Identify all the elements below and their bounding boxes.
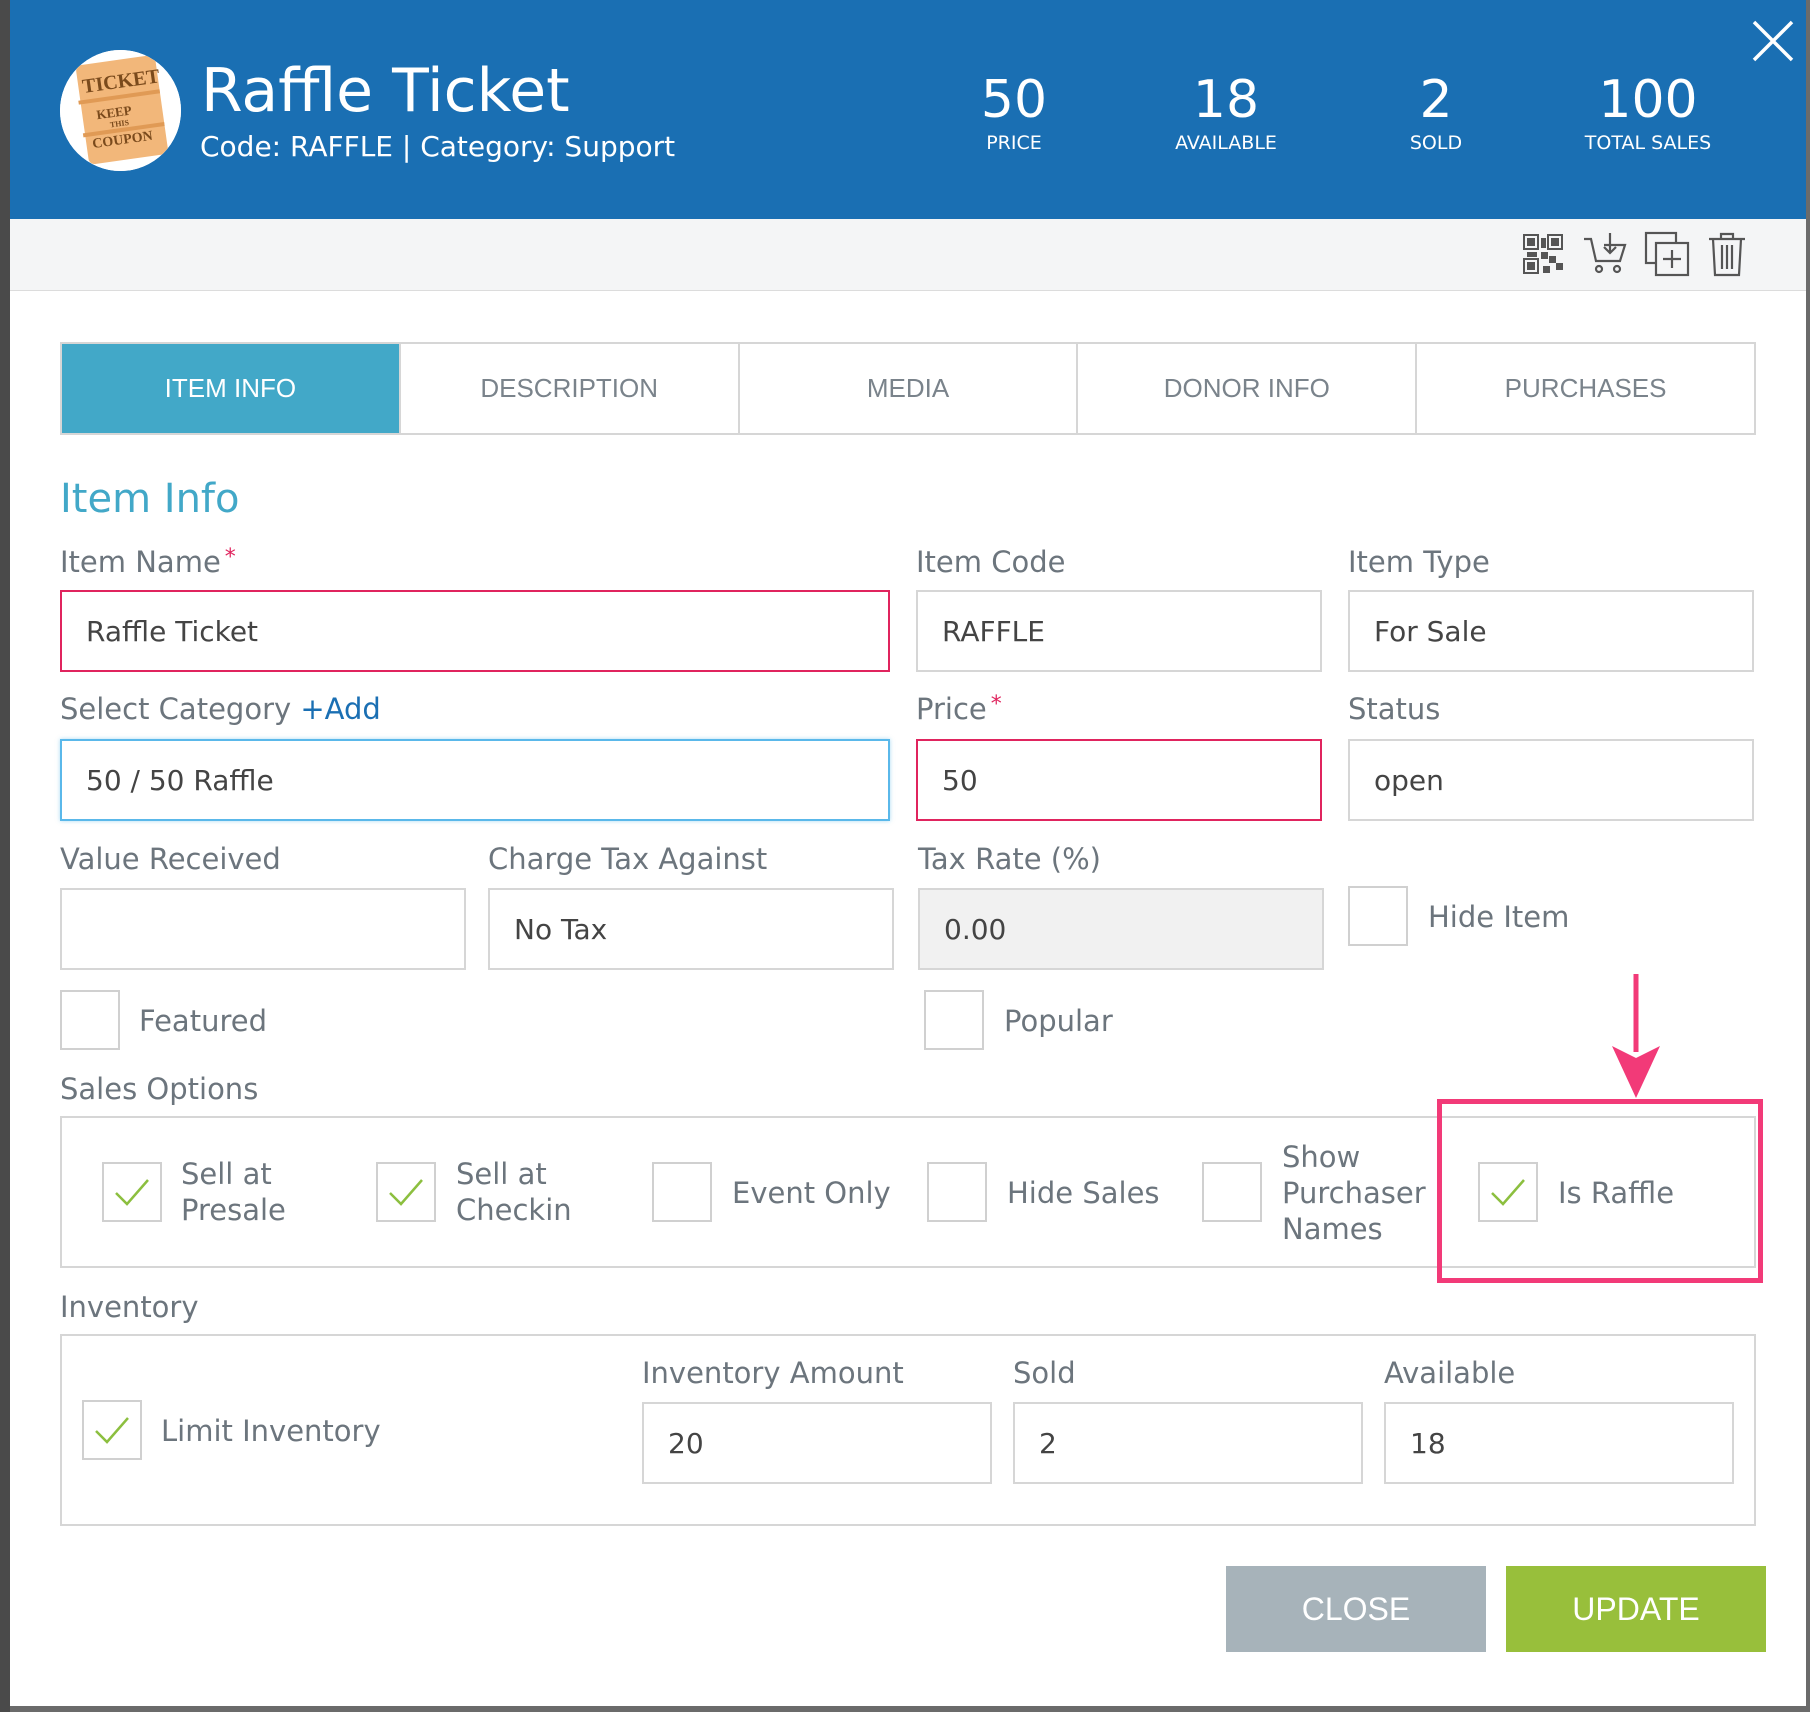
item-image: TICKET KEEP THIS COUPON (60, 50, 181, 171)
stat-available: 18 AVAILABLE (1126, 70, 1326, 154)
item-code-input[interactable]: RAFFLE (916, 590, 1322, 672)
category-select[interactable]: 50 / 50 Raffle (60, 739, 890, 821)
inventory-amount-label: Inventory Amount (642, 1356, 904, 1390)
section-title: Item Info (60, 476, 240, 522)
item-title: Raffle Ticket (201, 56, 570, 126)
hide-sales-checkbox[interactable] (927, 1162, 987, 1222)
sell-at-presale-checkbox[interactable] (102, 1162, 162, 1222)
hide-item-label: Hide Item (1428, 900, 1570, 934)
event-only-checkbox[interactable] (652, 1162, 712, 1222)
stat-sold-value: 2 (1419, 70, 1453, 130)
tab-purchases[interactable]: PURCHASES (1415, 344, 1754, 433)
limit-inventory-checkbox[interactable] (82, 1400, 142, 1460)
available-label: Available (1384, 1356, 1516, 1390)
stat-total-sales: 100 TOTAL SALES (1548, 70, 1748, 154)
check-icon (95, 1417, 129, 1444)
hide-sales-label: Hide Sales (1007, 1176, 1160, 1210)
limit-inventory-label: Limit Inventory (161, 1414, 381, 1448)
tab-donor-info[interactable]: DONOR INFO (1076, 344, 1415, 433)
sell-at-presale-label: Sell at Presale (181, 1157, 286, 1227)
required-mark: * (990, 692, 1002, 717)
add-category-link[interactable]: +Add (300, 692, 380, 726)
sold-input[interactable]: 2 (1013, 1402, 1363, 1484)
stat-price-label: PRICE (986, 132, 1042, 154)
popular-checkbox[interactable] (924, 990, 984, 1050)
featured-checkbox[interactable] (60, 990, 120, 1050)
charge-tax-label: Charge Tax Against (488, 842, 768, 876)
popular-label: Popular (1004, 1004, 1113, 1038)
category-label: Select Category +Add (60, 692, 381, 726)
sell-at-checkin-checkbox[interactable] (376, 1162, 436, 1222)
featured-label: Featured (139, 1004, 267, 1038)
show-purchaser-names-label: Show Purchaser Names (1282, 1140, 1426, 1246)
highlight-box (1437, 1099, 1763, 1283)
qr-code-icon[interactable] (1520, 231, 1566, 277)
item-type-label: Item Type (1348, 545, 1490, 579)
status-select[interactable]: open (1348, 739, 1754, 821)
tab-item-info[interactable]: ITEM INFO (62, 344, 399, 433)
charge-tax-select[interactable]: No Tax (488, 888, 894, 970)
stat-price-value: 50 (980, 70, 1048, 130)
item-name-input[interactable]: Raffle Ticket (60, 590, 890, 672)
price-label: Price * (916, 692, 1002, 726)
item-header: TICKET KEEP THIS COUPON Raffle Ticket Co… (10, 0, 1806, 219)
event-only-label: Event Only (732, 1176, 891, 1210)
close-icon[interactable] (1750, 18, 1796, 64)
stat-total-sales-label: TOTAL SALES (1584, 132, 1712, 154)
hide-item-checkbox[interactable] (1348, 886, 1408, 946)
arrow-down-icon (1608, 972, 1664, 1100)
stat-sold: 2 SOLD (1336, 70, 1536, 154)
trash-icon[interactable] (1704, 231, 1750, 277)
close-button[interactable]: CLOSE (1226, 1566, 1486, 1652)
update-button[interactable]: UPDATE (1506, 1566, 1766, 1652)
item-name-label: Item Name * (60, 545, 236, 579)
stat-available-label: AVAILABLE (1175, 132, 1277, 154)
check-icon (389, 1179, 423, 1206)
value-received-label: Value Received (60, 842, 281, 876)
sales-options-title: Sales Options (60, 1072, 259, 1106)
cart-download-icon[interactable] (1582, 231, 1628, 277)
sell-at-checkin-label: Sell at Checkin (456, 1157, 572, 1227)
check-icon (115, 1179, 149, 1206)
item-subtitle: Code: RAFFLE | Category: Support (200, 130, 676, 163)
tax-rate-label: Tax Rate (%) (918, 842, 1101, 876)
available-input[interactable]: 18 (1384, 1402, 1734, 1484)
tab-media[interactable]: MEDIA (737, 344, 1077, 433)
tab-description[interactable]: DESCRIPTION (398, 344, 738, 433)
status-label: Status (1348, 692, 1441, 726)
item-tabs: ITEM INFO DESCRIPTION MEDIA DONOR INFO P… (60, 342, 1756, 435)
tax-rate-input[interactable]: 0.00 (918, 888, 1324, 970)
inventory-title: Inventory (60, 1290, 199, 1324)
stat-price: 50 PRICE (914, 70, 1114, 154)
value-received-input[interactable] (60, 888, 466, 970)
required-mark: * (224, 545, 236, 570)
stat-total-sales-value: 100 (1598, 70, 1698, 130)
inventory-amount-input[interactable]: 20 (642, 1402, 992, 1484)
stat-sold-label: SOLD (1409, 132, 1463, 154)
show-purchaser-names-checkbox[interactable] (1202, 1162, 1262, 1222)
stat-available-value: 18 (1192, 70, 1260, 130)
item-edit-modal: TICKET KEEP THIS COUPON Raffle Ticket Co… (10, 0, 1806, 1706)
sold-label: Sold (1013, 1356, 1076, 1390)
price-input[interactable]: 50 (916, 739, 1322, 821)
modal-backdrop (0, 0, 10, 1712)
item-code-label: Item Code (916, 545, 1066, 579)
duplicate-icon[interactable] (1644, 231, 1690, 277)
item-type-select[interactable]: For Sale (1348, 590, 1754, 672)
